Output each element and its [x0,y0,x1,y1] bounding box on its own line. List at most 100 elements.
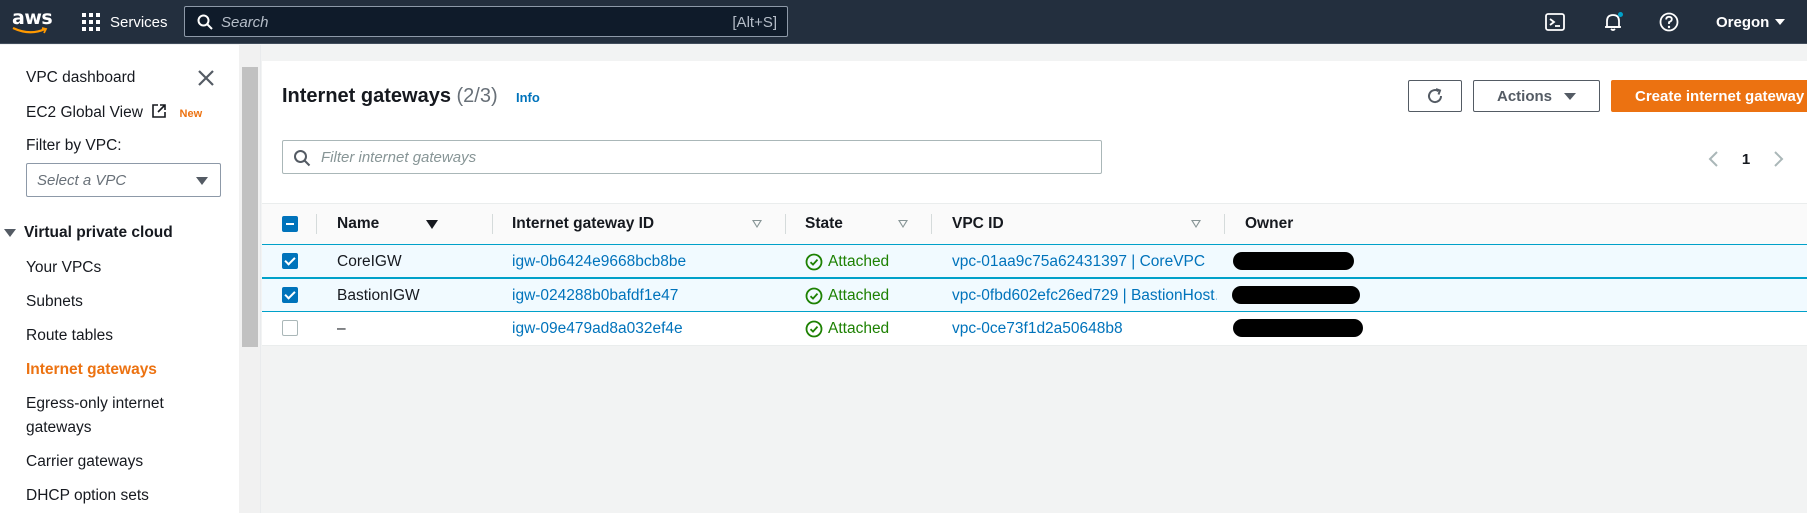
vpc-id-link[interactable]: vpc-01aa9c75a62431397 | CoreVPC [952,245,1212,278]
sidebar-item-ec2-global-view[interactable]: EC2 Global View New [26,103,202,122]
close-icon[interactable] [196,68,216,88]
column-divider [316,214,317,234]
sort-icon[interactable] [1191,220,1201,228]
success-check-icon [805,287,823,304]
global-search-input[interactable] [221,11,691,33]
gateway-state: Attached [805,245,889,278]
gateway-id-link[interactable]: igw-09e479ad8a032ef4e [512,312,683,345]
state-label: Attached [828,286,890,304]
column-divider [492,214,493,234]
refresh-icon [1428,88,1443,104]
owner-redacted [1232,286,1360,304]
cloudshell-icon[interactable] [1544,11,1566,33]
gateway-id-link[interactable]: igw-024288b0bafdf1e47 [512,279,678,312]
global-search-box[interactable]: [Alt+S] [184,6,788,37]
scrollbar-thumb[interactable] [242,67,258,347]
state-label: Attached [828,319,890,337]
success-check-icon [805,320,823,337]
column-header-state[interactable]: State [805,204,843,244]
actions-button[interactable]: Actions [1473,80,1600,112]
sidebar-item-carrier-gateways[interactable]: Carrier gateways [26,453,143,471]
services-menu-button[interactable]: Services [82,0,168,44]
success-check-icon [805,253,823,270]
chevron-right-icon[interactable] [1766,147,1790,171]
sidebar-item-subnets[interactable]: Subnets [26,293,83,311]
region-label: Oregon [1716,13,1770,31]
sidebar-item-egress-only-continuation[interactable]: gateways [26,419,91,437]
table-header: Name Internet gateway ID State VPC ID Ow… [262,203,1807,245]
vpc-id-link[interactable]: vpc-0fbd602efc26ed729 | BastionHost… [952,279,1217,312]
filter-box[interactable] [282,140,1102,174]
filter-input[interactable] [321,147,1081,167]
row-checkbox[interactable] [282,320,298,336]
vpc-filter-select[interactable]: Select a VPC [26,163,221,197]
page-number[interactable]: 1 [1726,151,1766,168]
info-link[interactable]: Info [516,90,540,105]
gateway-name: – [337,319,346,337]
sort-descending-icon[interactable] [426,220,438,229]
gateway-id-link[interactable]: igw-0b6424e9668bcb8be [512,245,686,278]
create-button-label: Create internet gateway [1635,87,1805,105]
grid-icon [82,13,100,31]
sidebar-scrollbar[interactable] [239,45,261,513]
search-icon [197,14,213,30]
sidebar-item-egress-only-internet-gateways[interactable]: Egress-only internet [26,395,164,413]
column-header-owner[interactable]: Owner [1245,204,1293,244]
gateway-name: BastionIGW [337,286,420,304]
new-badge: New [179,108,203,120]
sort-icon[interactable] [752,220,762,228]
vpc-filter-placeholder: Select a VPC [37,172,127,189]
table-row[interactable]: – igw-09e479ad8a032ef4e Attached vpc-0ce… [262,312,1807,346]
page-title-text: Internet gateways [282,85,451,107]
help-icon[interactable] [1658,11,1680,33]
sidebar-item-route-tables[interactable]: Route tables [26,327,113,345]
caret-down-icon [196,177,208,185]
services-label: Services [110,13,168,31]
sort-icon[interactable] [898,220,908,228]
aws-logo-text: aws [12,7,53,29]
chevron-left-icon[interactable] [1702,147,1726,171]
global-view-label: EC2 Global View [26,104,143,121]
gateway-state: Attached [805,312,889,345]
sidebar-item-vpc-dashboard[interactable]: VPC dashboard [26,69,135,87]
refresh-button[interactable] [1408,80,1462,112]
search-icon [294,150,311,167]
column-divider [1224,214,1225,234]
pagination: 1 [1702,147,1807,171]
table-row[interactable]: BastionIGW igw-024288b0bafdf1e47 Attache… [262,278,1807,312]
create-internet-gateway-button[interactable]: Create internet gateway [1611,80,1807,112]
table-row[interactable]: CoreIGW igw-0b6424e9668bcb8be Attached v… [262,244,1807,278]
vpc-id-link[interactable]: vpc-0ce73f1d2a50648b8 [952,312,1123,345]
state-label: Attached [828,252,890,270]
column-divider [785,214,786,234]
gateway-name: CoreIGW [337,252,402,270]
section-label: Virtual private cloud [24,224,173,241]
region-selector[interactable]: Oregon [1716,0,1786,44]
top-navigation-bar: aws Services [Alt+S] Oregon [0,0,1807,44]
caret-down-icon [4,229,16,237]
sidebar-navigation: VPC dashboard EC2 Global View New Filter… [0,45,239,513]
column-header-name[interactable]: Name [337,204,379,244]
main-content: Internet gateways (2/3) Info Actions Cre… [262,45,1807,513]
caret-down-icon [1775,19,1786,25]
aws-smile-icon [12,27,48,34]
row-checkbox[interactable] [282,253,298,269]
owner-redacted [1233,252,1354,270]
notifications-bell-icon[interactable] [1602,11,1624,33]
sidebar-item-dhcp-option-sets[interactable]: DHCP option sets [26,487,149,505]
select-all-checkbox[interactable] [282,216,298,232]
aws-logo[interactable]: aws [10,7,53,35]
page-title: Internet gateways (2/3) [282,85,498,108]
row-checkbox[interactable] [282,287,298,303]
internet-gateways-panel: Internet gateways (2/3) Info Actions Cre… [262,61,1807,346]
sidebar-item-internet-gateways[interactable]: Internet gateways [26,361,157,379]
external-link-icon [152,104,167,118]
gateway-state: Attached [805,279,889,312]
column-header-gateway-id[interactable]: Internet gateway ID [512,204,654,244]
actions-label: Actions [1496,87,1552,105]
sidebar-item-your-vpcs[interactable]: Your VPCs [26,259,101,277]
caret-down-icon [1564,92,1576,100]
column-divider [931,214,932,234]
column-header-vpc-id[interactable]: VPC ID [952,204,1004,244]
section-virtual-private-cloud[interactable]: Virtual private cloud [4,224,173,242]
